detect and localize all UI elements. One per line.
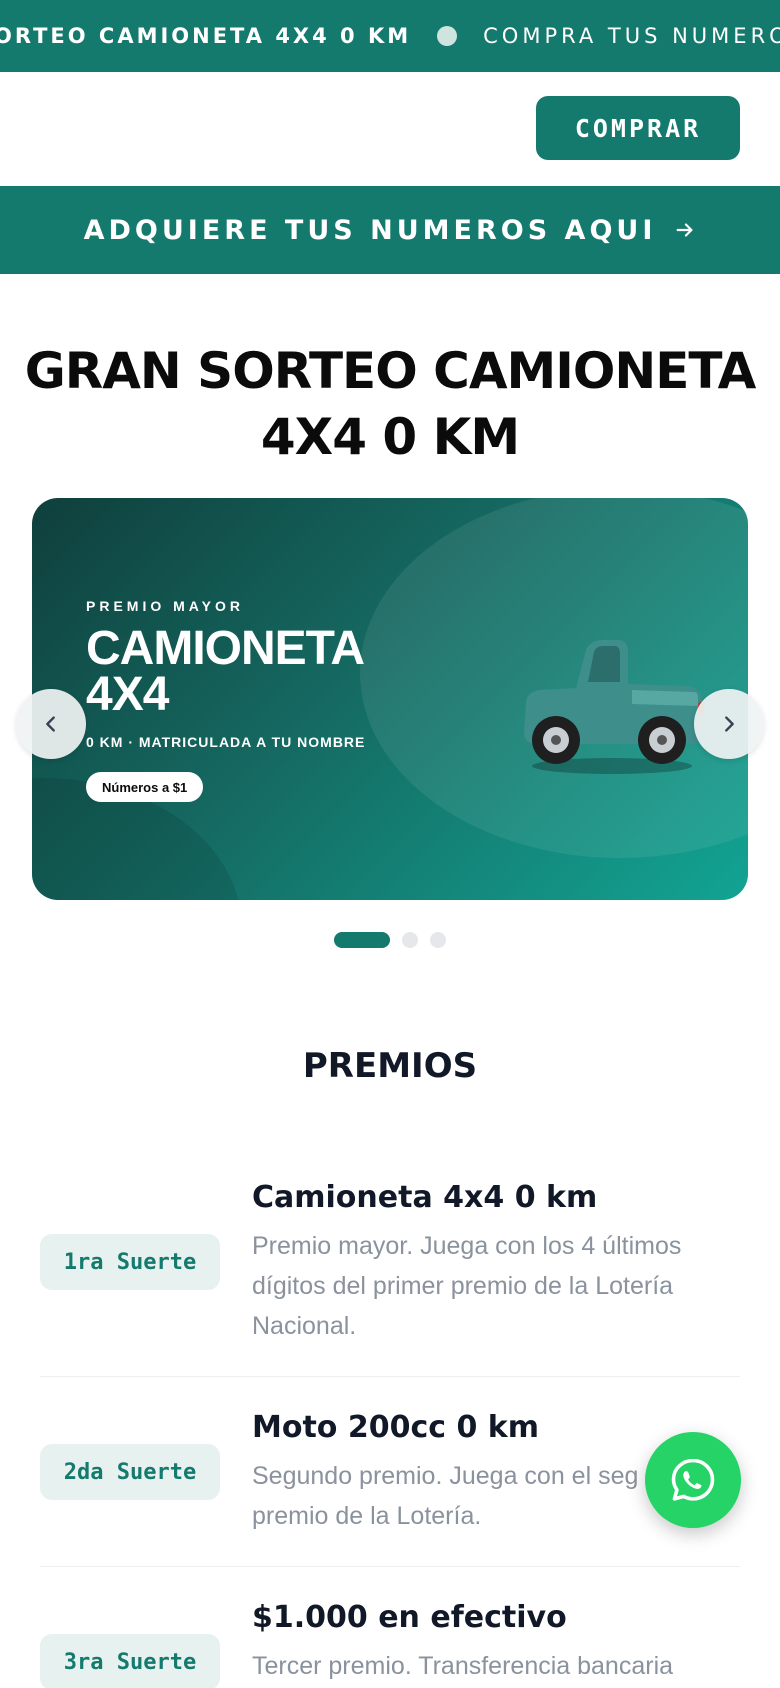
marquee-separator-dot xyxy=(437,26,458,46)
carousel-dot[interactable] xyxy=(430,932,446,948)
slide-subtitle: 0 KM · MATRICULADA A TU NOMBRE xyxy=(86,734,366,750)
prize-rank-badge: 3ra Suerte xyxy=(40,1634,220,1688)
carousel-next-button[interactable] xyxy=(694,689,764,759)
prizes-section-title: PREMIOS xyxy=(302,1046,478,1086)
header-bar: COMPRAR xyxy=(0,72,780,186)
prize-item: 1ra Suerte Camioneta 4x4 0 km Premio may… xyxy=(40,1180,740,1356)
prize-rank-badge: 1ra Suerte xyxy=(40,1234,220,1290)
cta-label: ADQUIERE TUS NUMEROS AQUI xyxy=(83,214,657,246)
cta-banner-link[interactable]: ADQUIERE TUS NUMEROS AQUI xyxy=(0,186,780,274)
carousel-dot-active[interactable] xyxy=(334,932,390,948)
prize-item: 2da Suerte Moto 200cc 0 km Segundo premi… xyxy=(40,1410,740,1540)
announcement-marquee: ORTEO CAMIONETA 4X4 0 KM COMPRA TUS NUME… xyxy=(0,0,780,72)
prize-name: $1.000 en efectivo xyxy=(252,1600,567,1635)
whatsapp-icon xyxy=(671,1458,715,1501)
page-title: GRAN SORTEO CAMIONETA 4X4 0 KM xyxy=(24,342,757,466)
marquee-track: ORTEO CAMIONETA 4X4 0 KM COMPRA TUS NUME… xyxy=(0,0,780,72)
marquee-item: COMPRA TUS NUMEROS A xyxy=(483,24,780,48)
marquee-item: ORTEO CAMIONETA 4X4 0 KM xyxy=(0,24,412,48)
prize-description: Premio mayor. Juega con los 4 últimos dí… xyxy=(252,1232,682,1340)
prize-description: Tercer premio. Transferencia bancaria xyxy=(252,1652,674,1680)
slide-heading: CAMIONETA 4X4 xyxy=(86,622,363,721)
prize-name: Moto 200cc 0 km xyxy=(252,1410,540,1445)
arrow-right-icon xyxy=(676,223,693,237)
whatsapp-chat-button[interactable] xyxy=(645,1432,741,1528)
prize-item: 3ra Suerte $1.000 en efectivo Tercer pre… xyxy=(40,1600,740,1688)
chevron-right-icon xyxy=(725,716,734,732)
carousel-pagination xyxy=(0,932,780,948)
carousel-dot[interactable] xyxy=(402,932,418,948)
pickup-truck-icon xyxy=(524,640,704,774)
prize-description: Segundo premio. Juega con el seg premio … xyxy=(252,1462,639,1530)
buy-button[interactable]: COMPRAR xyxy=(536,96,740,160)
prize-carousel: PREMIO MAYOR CAMIONETA 4X4 0 KM · MATRIC… xyxy=(32,498,748,900)
divider xyxy=(40,1376,740,1377)
divider xyxy=(40,1566,740,1567)
slide-kicker: PREMIO MAYOR xyxy=(86,598,244,614)
prize-name: Camioneta 4x4 0 km xyxy=(252,1180,598,1215)
carousel-prev-button[interactable] xyxy=(16,689,86,759)
prize-rank-badge: 2da Suerte xyxy=(40,1444,220,1500)
numbers-price-pill[interactable]: Números a $1 xyxy=(86,772,204,802)
chevron-left-icon xyxy=(46,716,55,732)
